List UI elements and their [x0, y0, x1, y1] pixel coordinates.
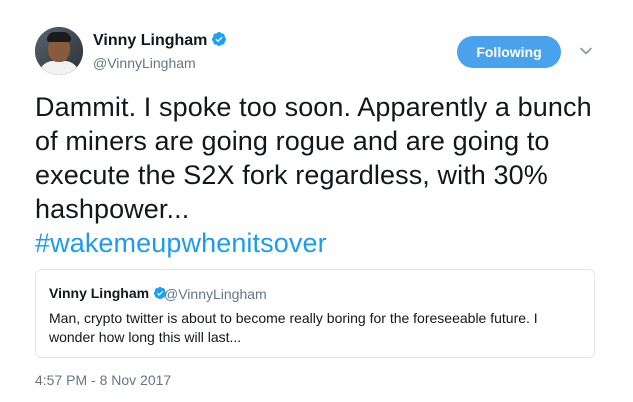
- tweet-text: Dammit. I spoke too soon. Apparently a b…: [35, 90, 615, 260]
- author-handle[interactable]: @VinnyLingham: [93, 55, 196, 71]
- avatar-hair: [47, 32, 71, 42]
- author-name[interactable]: Vinny Lingham: [93, 32, 207, 49]
- chevron-down-icon[interactable]: [579, 44, 593, 58]
- following-button[interactable]: Following: [457, 36, 561, 68]
- verified-badge-icon: [211, 31, 227, 52]
- quoted-author-name: Vinny Lingham: [49, 285, 150, 301]
- author-name-row[interactable]: Vinny Lingham: [93, 31, 227, 52]
- avatar-shirt: [39, 61, 79, 75]
- avatar[interactable]: [35, 27, 83, 75]
- quoted-tweet-text: Man, crypto twitter is about to become r…: [49, 310, 538, 345]
- tweet-timestamp[interactable]: 4:57 PM - 8 Nov 2017: [35, 372, 171, 388]
- quoted-author-name-row: Vinny Lingham: [49, 285, 167, 303]
- tweet-body: Dammit. I spoke too soon. Apparently a b…: [35, 92, 592, 224]
- quoted-tweet[interactable]: Vinny Lingham @VinnyLingham Man, crypto …: [35, 269, 595, 358]
- quoted-author-handle: @VinnyLingham: [164, 286, 267, 302]
- hashtag-link[interactable]: #wakemeupwhenitsover: [35, 226, 615, 260]
